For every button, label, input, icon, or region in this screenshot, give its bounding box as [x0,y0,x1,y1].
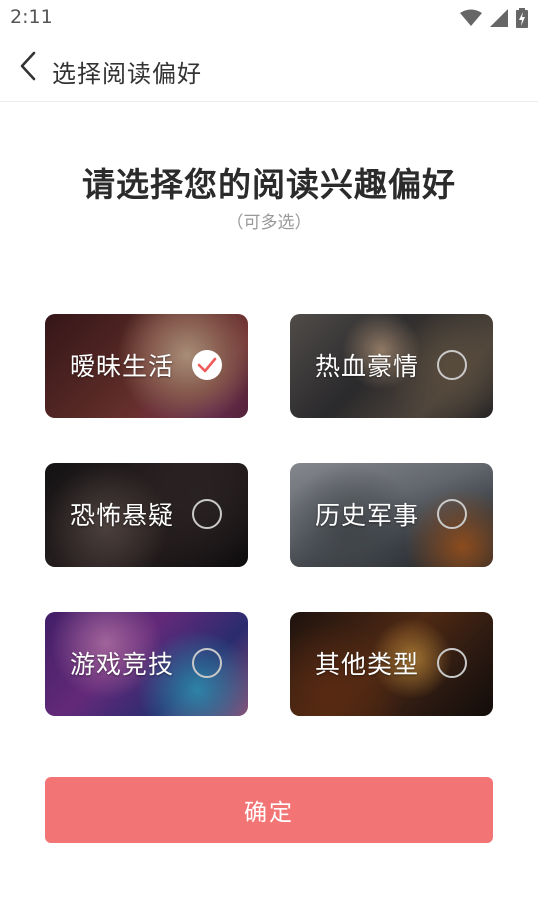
status-bar: 2:11 [0,0,538,36]
battery-charging-icon [516,8,528,32]
status-icons [460,8,528,32]
category-label: 其他类型 [315,650,420,679]
preference-heading: 请选择您的阅读兴趣偏好 [82,165,456,204]
status-time: 2:11 [10,6,53,28]
category-card-romance[interactable]: 暧昧生活 [45,314,248,418]
radio-unchecked-icon[interactable] [192,499,222,529]
category-card-horror[interactable]: 恐怖悬疑 [45,463,248,567]
checked-icon[interactable] [192,350,222,380]
radio-unchecked-icon[interactable] [437,350,467,380]
radio-unchecked-icon[interactable] [437,648,467,678]
radio-unchecked-icon[interactable] [192,648,222,678]
confirm-button[interactable]: 确定 [45,777,493,843]
category-label: 热血豪情 [315,352,420,381]
radio-unchecked-icon[interactable] [437,499,467,529]
category-label: 游戏竞技 [70,650,175,679]
category-card-history[interactable]: 历史军事 [290,463,493,567]
category-label: 历史军事 [315,501,420,530]
category-card-other[interactable]: 其他类型 [290,612,493,716]
page-title: 选择阅读偏好 [52,60,202,88]
category-card-passion[interactable]: 热血豪情 [290,314,493,418]
signal-icon [490,9,508,31]
app-bar: 选择阅读偏好 [0,36,538,102]
chevron-left-icon [19,51,37,85]
category-label: 暧昧生活 [70,352,175,381]
back-button[interactable] [10,50,46,86]
category-card-gaming[interactable]: 游戏竞技 [45,612,248,716]
category-label: 恐怖悬疑 [70,501,175,530]
wifi-icon [460,9,482,31]
multi-select-hint: （可多选） [226,213,312,233]
